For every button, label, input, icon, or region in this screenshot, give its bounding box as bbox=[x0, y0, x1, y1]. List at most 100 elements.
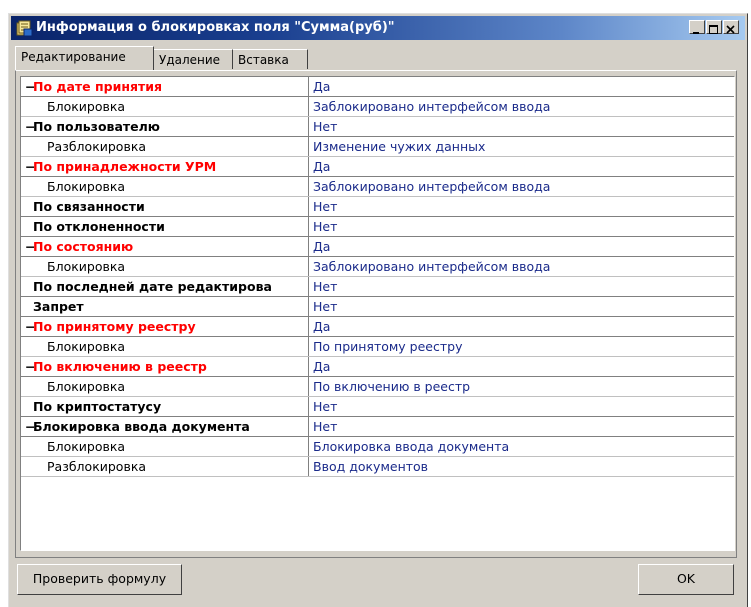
collapse-toggle-icon[interactable]: − bbox=[25, 117, 35, 136]
property-value-cell: Нет bbox=[313, 279, 338, 294]
group-row[interactable]: −По принятому реестру Да bbox=[21, 317, 734, 337]
collapse-toggle-icon[interactable]: − bbox=[25, 317, 35, 336]
app-icon bbox=[16, 20, 33, 37]
property-value-cell: Нет bbox=[313, 119, 338, 134]
sub-row[interactable]: Блокировка Заблокировано интерфейсом ввод… bbox=[21, 177, 734, 197]
property-value-cell: Заблокировано интерфейсом ввода bbox=[313, 99, 551, 114]
group-row[interactable]: По последней дате редактирова Нет bbox=[21, 277, 734, 297]
dialog-window: Информация о блокировках поля "Сумма(руб… bbox=[8, 13, 748, 607]
group-row[interactable]: −Блокировка ввода документа Нет bbox=[21, 417, 734, 437]
property-value-cell: Да bbox=[313, 239, 331, 254]
property-name: Блокировка bbox=[47, 99, 126, 114]
window-title: Информация о блокировках поля "Сумма(руб… bbox=[36, 20, 395, 35]
sub-row[interactable]: Разблокировка Изменение чужих данных bbox=[21, 137, 734, 157]
property-name-cell: −По пользователю bbox=[21, 117, 309, 136]
property-name-cell: Блокировка bbox=[21, 437, 309, 456]
property-value-cell: Заблокировано интерфейсом ввода bbox=[313, 179, 551, 194]
property-name-cell: Запрет bbox=[21, 297, 309, 316]
collapse-toggle-icon[interactable]: − bbox=[25, 157, 35, 176]
property-value-cell: Да bbox=[313, 79, 331, 94]
property-name: По последней дате редактирова bbox=[33, 279, 272, 294]
property-value-cell: Нет bbox=[313, 419, 338, 434]
property-name: Разблокировка bbox=[47, 139, 147, 154]
property-name: Блокировка bbox=[47, 379, 126, 394]
property-name-cell: По связанности bbox=[21, 197, 309, 216]
property-value-cell: Изменение чужих данных bbox=[313, 139, 486, 154]
property-name: По связанности bbox=[33, 199, 145, 214]
group-row[interactable]: −По включению в реестр Да bbox=[21, 357, 734, 377]
sub-row[interactable]: Блокировка Заблокировано интерфейсом ввод… bbox=[21, 97, 734, 117]
sub-row[interactable]: Разблокировка Ввод документов bbox=[21, 457, 734, 477]
property-name: Блокировка ввода документа bbox=[33, 419, 250, 434]
property-name: По принятому реестру bbox=[33, 319, 196, 334]
sub-row[interactable]: Блокировка По принятому реестру bbox=[21, 337, 734, 357]
sub-row[interactable]: Блокировка Блокировка ввода документа bbox=[21, 437, 734, 457]
property-name: Блокировка bbox=[47, 179, 126, 194]
group-row[interactable]: По связанности Нет bbox=[21, 197, 734, 217]
check-formula-button[interactable]: Проверить формулу bbox=[17, 564, 182, 595]
property-name: Блокировка bbox=[47, 259, 126, 274]
property-name-cell: Разблокировка bbox=[21, 457, 309, 476]
property-name-cell: По отклоненности bbox=[21, 217, 309, 236]
property-value-cell: Блокировка ввода документа bbox=[313, 439, 510, 454]
properties-grid[interactable]: −По дате принятия Да Блокировка Заблокирова… bbox=[20, 76, 735, 551]
property-name: По отклоненности bbox=[33, 219, 165, 234]
property-value-cell: По включению в реестр bbox=[313, 379, 471, 394]
collapse-toggle-icon[interactable]: − bbox=[25, 237, 35, 256]
property-name-cell: Блокировка bbox=[21, 177, 309, 196]
group-row[interactable]: По криптостатусу Нет bbox=[21, 397, 734, 417]
property-value-cell: По принятому реестру bbox=[313, 339, 463, 354]
property-name-cell: −По принятому реестру bbox=[21, 317, 309, 336]
property-name: По принадлежности УРМ bbox=[33, 159, 217, 174]
title-bar[interactable]: Информация о блокировках поля "Сумма(руб… bbox=[11, 16, 745, 40]
property-value-cell: Нет bbox=[313, 299, 338, 314]
tab-edit[interactable]: Редактирование bbox=[15, 46, 154, 70]
maximize-button[interactable] bbox=[706, 20, 722, 34]
property-value-cell: Да bbox=[313, 359, 331, 374]
property-name: По дате принятия bbox=[33, 79, 163, 94]
property-name-cell: Разблокировка bbox=[21, 137, 309, 156]
property-name: По включению в реестр bbox=[33, 359, 207, 374]
property-value-cell: Ввод документов bbox=[313, 459, 429, 474]
group-row[interactable]: −По принадлежности УРМ Да bbox=[21, 157, 734, 177]
group-row[interactable]: −По пользователю Нет bbox=[21, 117, 734, 137]
property-name-cell: −Блокировка ввода документа bbox=[21, 417, 309, 436]
property-name: По пользователю bbox=[33, 119, 160, 134]
collapse-toggle-icon[interactable]: − bbox=[25, 77, 35, 96]
property-name: Блокировка bbox=[47, 339, 126, 354]
property-name: По криптостатусу bbox=[33, 399, 162, 414]
property-value-cell: Да bbox=[313, 159, 331, 174]
property-value-cell: Нет bbox=[313, 199, 338, 214]
maximize-icon bbox=[709, 25, 718, 34]
tab-insert[interactable]: Вставка bbox=[233, 49, 308, 69]
property-name: Блокировка bbox=[47, 439, 126, 454]
property-name-cell: Блокировка bbox=[21, 257, 309, 276]
property-value-cell: Да bbox=[313, 319, 331, 334]
collapse-toggle-icon[interactable]: − bbox=[25, 417, 35, 436]
property-name: Запрет bbox=[33, 299, 84, 314]
ok-button[interactable]: OK bbox=[638, 564, 734, 595]
group-row[interactable]: −По дате принятия Да bbox=[21, 77, 734, 97]
minimize-button[interactable] bbox=[689, 20, 705, 34]
collapse-toggle-icon[interactable]: − bbox=[25, 357, 35, 376]
property-name-cell: Блокировка bbox=[21, 337, 309, 356]
property-name-cell: По криптостатусу bbox=[21, 397, 309, 416]
property-name-cell: −По принадлежности УРМ bbox=[21, 157, 309, 176]
property-name: По состоянию bbox=[33, 239, 134, 254]
group-row[interactable]: −По состоянию Да bbox=[21, 237, 734, 257]
property-name-cell: Блокировка bbox=[21, 377, 309, 396]
property-name-cell: −По включению в реестр bbox=[21, 357, 309, 376]
tab-delete[interactable]: Удаление bbox=[154, 49, 233, 69]
sub-row[interactable]: Блокировка По включению в реестр bbox=[21, 377, 734, 397]
close-button[interactable] bbox=[723, 20, 739, 34]
close-icon bbox=[726, 25, 735, 34]
property-name: Разблокировка bbox=[47, 459, 147, 474]
property-name-cell: По последней дате редактирова bbox=[21, 277, 309, 296]
group-row[interactable]: Запрет Нет bbox=[21, 297, 734, 317]
property-value-cell: Нет bbox=[313, 219, 338, 234]
group-row[interactable]: По отклоненности Нет bbox=[21, 217, 734, 237]
property-name-cell: Блокировка bbox=[21, 97, 309, 116]
tab-panel: −По дате принятия Да Блокировка Заблокирова… bbox=[15, 70, 737, 558]
property-name-cell: −По состоянию bbox=[21, 237, 309, 256]
sub-row[interactable]: Блокировка Заблокировано интерфейсом ввод… bbox=[21, 257, 734, 277]
